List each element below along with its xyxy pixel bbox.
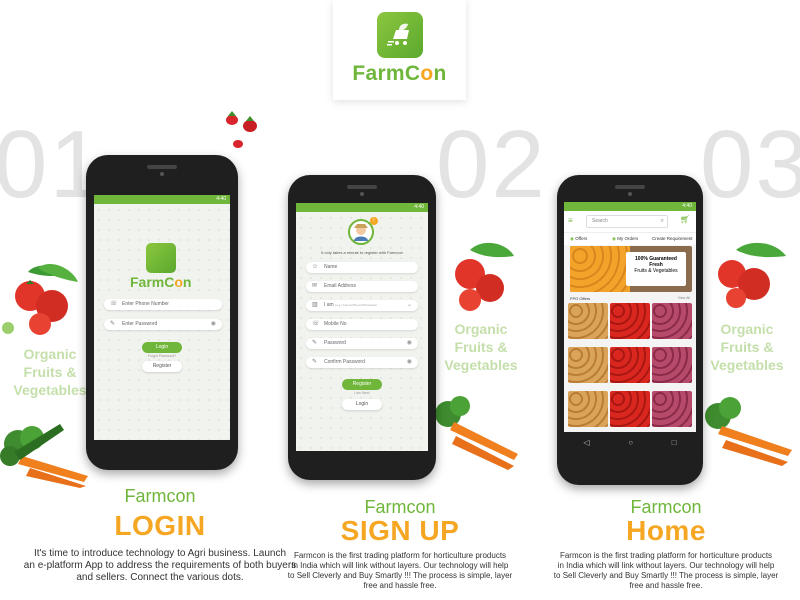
step-1-description: It's time to introduce technology to Agr… bbox=[23, 548, 297, 583]
home-icon[interactable]: ○ bbox=[628, 438, 633, 447]
step-number-2: 02 bbox=[436, 111, 547, 218]
camera-badge-icon[interactable]: ! bbox=[370, 217, 378, 225]
potato-tile[interactable] bbox=[568, 391, 608, 427]
register-button[interactable]: Register bbox=[142, 361, 182, 372]
tomato-tile[interactable] bbox=[610, 347, 650, 383]
banner-text: 100% Guaranteed Fresh Fruits & Vegetable… bbox=[626, 252, 686, 286]
back-icon[interactable]: ◁ bbox=[583, 438, 589, 447]
recents-icon[interactable]: □ bbox=[672, 438, 677, 447]
brand-wordmark: FarmCon bbox=[352, 62, 447, 85]
search-input[interactable]: Search ⌕ bbox=[586, 215, 668, 228]
eye-icon[interactable]: ◉ bbox=[407, 357, 412, 368]
organic-label-2: Organic Fruits & Vegetables bbox=[444, 321, 518, 373]
password-input[interactable]: ✎ Enter Password ◉ bbox=[104, 319, 222, 330]
phone-number-input[interactable]: ☏ Enter Phone Number bbox=[104, 299, 222, 310]
phone-icon: ☏ bbox=[312, 321, 320, 327]
eye-icon[interactable]: ◉ bbox=[407, 338, 412, 349]
login-logo-wordmark: FarmCon bbox=[130, 274, 192, 290]
cart-icon[interactable]: 🛒︎ bbox=[680, 215, 690, 224]
login-phone: 4:40 FarmCon ☏ Enter Phone Number ✎ Ente… bbox=[86, 155, 238, 470]
home-header: ≡ Search ⌕ 🛒︎ bbox=[564, 211, 696, 233]
organic-label-3: Organic Fruits & Vegetables bbox=[710, 321, 784, 373]
name-input[interactable]: ☺ Name bbox=[306, 262, 418, 273]
home-screen: 4:40 ≡ Search ⌕ 🛒︎ ◉ Offers ◉ My Orders … bbox=[564, 202, 696, 452]
building-icon: ▥ bbox=[312, 302, 318, 308]
organic-label-1: Organic Fruits & Vegetables bbox=[13, 346, 87, 398]
broccoli-carrots-illustration-3 bbox=[705, 397, 792, 466]
signup-screen: 4:40 ! It only takes a minute to registe… bbox=[296, 203, 428, 451]
step-3-description: Farmcon is the first trading platform fo… bbox=[553, 551, 779, 590]
role-select[interactable]: ▥ I am (e.g.) Farmer/Buyer/Wholesaler ⌄ bbox=[306, 300, 418, 311]
status-bar: 4:40 bbox=[564, 202, 696, 211]
or-label: I am New! bbox=[354, 391, 370, 395]
view-all-link[interactable]: View All bbox=[678, 296, 690, 300]
register-button[interactable]: Register bbox=[342, 379, 382, 390]
tab-create-requirement[interactable]: Create Requirement bbox=[652, 236, 693, 241]
status-bar: 4:40 bbox=[296, 203, 428, 212]
search-icon[interactable]: ⌕ bbox=[661, 216, 664, 227]
lock-icon: ✎ bbox=[312, 340, 318, 346]
step-1-title: LOGIN bbox=[114, 510, 206, 541]
user-icon: ☺ bbox=[312, 264, 319, 270]
mobile-input[interactable]: ☏ Mobile No bbox=[306, 319, 418, 330]
menu-icon[interactable]: ≡ bbox=[568, 216, 573, 225]
tomatoes-illustration-2 bbox=[455, 242, 514, 311]
tab-my-orders[interactable]: ◉ My Orders bbox=[612, 236, 638, 242]
section-title: FPO Offers bbox=[570, 296, 591, 301]
cart-leaf-icon bbox=[146, 243, 176, 273]
email-input[interactable]: ✉ Email Address bbox=[306, 281, 418, 292]
phone-icon: ☏ bbox=[110, 301, 118, 307]
login-screen: 4:40 FarmCon ☏ Enter Phone Number ✎ Ente… bbox=[94, 195, 230, 440]
tab-offers[interactable]: ◉ Offers bbox=[570, 236, 587, 242]
forgot-password-link[interactable]: Forgot Password? bbox=[134, 354, 190, 358]
tomato-tile[interactable] bbox=[610, 303, 650, 339]
step-3-title: Home bbox=[626, 515, 706, 546]
mail-icon: ✉ bbox=[312, 283, 318, 289]
onion-tile[interactable] bbox=[652, 391, 692, 427]
signup-subtitle: It only takes a minute to register with … bbox=[321, 250, 403, 255]
tomatoes-illustration-3 bbox=[718, 242, 786, 308]
step-number-3: 03 bbox=[700, 111, 800, 218]
password-input[interactable]: ✎ Password ◉ bbox=[306, 338, 418, 349]
step-2-title: SIGN UP bbox=[340, 515, 460, 546]
potato-tile[interactable] bbox=[568, 347, 608, 383]
login-button[interactable]: Login bbox=[142, 342, 182, 353]
broccoli-carrots-illustration-2 bbox=[435, 396, 518, 470]
home-phone: 4:40 ≡ Search ⌕ 🛒︎ ◉ Offers ◉ My Orders … bbox=[557, 175, 703, 485]
step-1-name: Farmcon bbox=[124, 486, 196, 506]
lock-icon: ✎ bbox=[110, 321, 116, 327]
chevron-down-icon: ⌄ bbox=[406, 302, 412, 308]
eye-icon[interactable]: ◉ bbox=[211, 319, 216, 330]
signup-phone: 4:40 ! It only takes a minute to registe… bbox=[288, 175, 436, 480]
onion-tile[interactable] bbox=[652, 303, 692, 339]
android-nav-bar: ◁ ○ □ bbox=[564, 432, 696, 452]
status-bar: 4:40 bbox=[94, 195, 230, 204]
tomato-tile[interactable] bbox=[610, 391, 650, 427]
lock-icon: ✎ bbox=[312, 359, 318, 365]
confirm-password-input[interactable]: ✎ Confirm Password ◉ bbox=[306, 357, 418, 368]
home-tabs: ◉ Offers ◉ My Orders Create Requirement bbox=[564, 233, 696, 245]
promo-banner[interactable]: 100% Guaranteed Fresh Fruits & Vegetable… bbox=[570, 246, 692, 292]
brand-logo-card: FarmCon bbox=[333, 0, 466, 100]
tomatoes-illustration bbox=[2, 263, 78, 335]
potato-tile[interactable] bbox=[568, 303, 608, 339]
cart-leaf-icon bbox=[376, 12, 423, 58]
promo-canvas: FarmCon 01 02 03 Organic Fruits & Vegeta… bbox=[0, 0, 800, 600]
strawberries-illustration bbox=[226, 111, 257, 148]
login-button[interactable]: Login bbox=[342, 399, 382, 410]
step-2-description: Farmcon is the first trading platform fo… bbox=[287, 551, 513, 590]
onion-tile[interactable] bbox=[652, 347, 692, 383]
broccoli-carrots-illustration bbox=[0, 424, 88, 488]
